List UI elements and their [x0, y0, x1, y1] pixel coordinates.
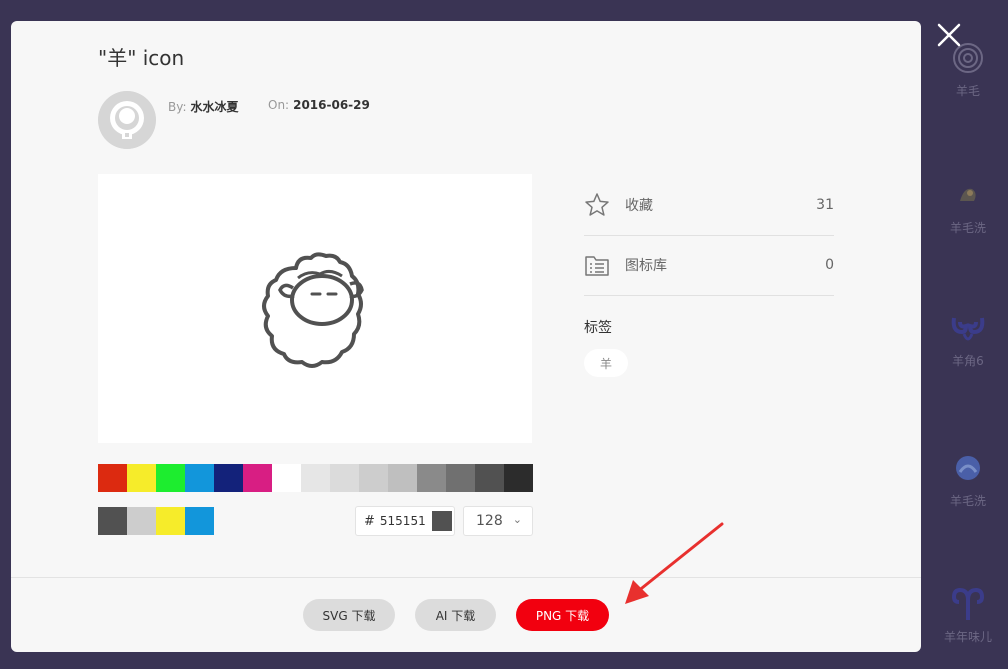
size-select[interactable]: 128 ⌄ — [463, 506, 533, 536]
color-swatch[interactable] — [127, 464, 156, 492]
color-swatch[interactable] — [156, 464, 185, 492]
bg-item-label: 羊毛洗 — [949, 221, 986, 235]
favorite-count: 31 — [816, 197, 834, 213]
size-value: 128 — [476, 513, 503, 529]
bg-list-item: 羊年味儿 — [928, 586, 1008, 645]
user-avatar-icon — [98, 91, 156, 149]
color-swatch[interactable] — [301, 464, 330, 492]
color-swatch[interactable] — [185, 464, 214, 492]
sheep-icon — [262, 252, 364, 368]
star-icon — [585, 193, 609, 216]
favorite-row[interactable]: 收藏 31 — [584, 175, 834, 236]
png-download-button[interactable]: PNG 下载 — [516, 599, 609, 631]
color-swatch[interactable] — [330, 464, 359, 492]
date-key: On: — [268, 98, 290, 112]
icon-preview — [98, 174, 532, 443]
bg-list-item: 羊毛洗 — [928, 177, 1008, 236]
author-key: By: — [168, 100, 187, 114]
recent-colors — [98, 507, 214, 535]
date-meta: On: 2016-06-29 — [268, 98, 370, 112]
avatar[interactable] — [98, 91, 156, 149]
background-icon-list: 羊毛 羊毛洗 羊角6 羊毛洗 羊年味儿 — [928, 0, 1008, 669]
author-name[interactable]: 水水冰夏 — [191, 100, 239, 114]
bg-item-label: 羊年味儿 — [943, 630, 992, 644]
upload-date: 2016-06-29 — [293, 98, 370, 112]
color-swatch[interactable] — [504, 464, 533, 492]
svg-download-button[interactable]: SVG 下载 — [303, 599, 395, 631]
close-button[interactable] — [934, 20, 964, 50]
tag-chip[interactable]: 羊 — [584, 349, 628, 377]
bg-list-item: 羊角6 — [928, 310, 1008, 369]
hash-symbol: # — [364, 513, 375, 529]
chevron-down-icon: ⌄ — [512, 513, 522, 526]
icon-title: "羊" icon — [98, 46, 185, 70]
color-swatch[interactable] — [475, 464, 504, 492]
icon-detail-modal: "羊" icon By: 水水冰夏 On: 2016-06-29 # 51515… — [11, 21, 921, 652]
color-swatch[interactable] — [214, 464, 243, 492]
aries-icon — [951, 587, 985, 620]
annotation-arrow-icon — [625, 522, 724, 604]
collection-count: 0 — [825, 257, 834, 273]
color-swatch[interactable] — [272, 464, 301, 492]
favorite-label: 收藏 — [625, 198, 653, 214]
wool-wash-icon — [960, 188, 976, 201]
ai-download-button[interactable]: AI 下载 — [415, 599, 496, 631]
recent-color-swatch[interactable] — [185, 507, 214, 535]
current-color-chip[interactable] — [431, 511, 452, 531]
color-swatch[interactable] — [388, 464, 417, 492]
color-swatch[interactable] — [417, 464, 446, 492]
collection-row[interactable]: 图标库 0 — [584, 235, 834, 296]
bg-item-label: 羊毛洗 — [949, 494, 986, 508]
bg-item-label: 羊角6 — [952, 354, 984, 368]
collection-label: 图标库 — [625, 258, 667, 274]
color-swatch[interactable] — [243, 464, 272, 492]
author-meta: By: 水水冰夏 — [168, 98, 239, 115]
wool-wash-icon — [956, 456, 980, 480]
recent-color-swatch[interactable] — [127, 507, 156, 535]
tags-heading: 标签 — [584, 320, 612, 336]
hex-value[interactable]: 515151 — [380, 514, 432, 528]
ram-horns-icon — [951, 317, 985, 341]
bg-item-label: 羊毛 — [955, 84, 980, 98]
hex-color-input[interactable]: # 515151 — [355, 506, 455, 536]
color-swatch[interactable] — [98, 464, 127, 492]
bg-list-item: 羊毛洗 — [928, 450, 1008, 509]
color-palette — [98, 464, 533, 492]
color-swatch[interactable] — [359, 464, 388, 492]
recent-color-swatch[interactable] — [156, 507, 185, 535]
recent-color-swatch[interactable] — [98, 507, 127, 535]
color-swatch[interactable] — [446, 464, 475, 492]
folder-list-icon — [585, 256, 609, 276]
download-footer: SVG 下载 AI 下载 PNG 下载 — [11, 577, 921, 652]
close-icon — [937, 23, 961, 47]
